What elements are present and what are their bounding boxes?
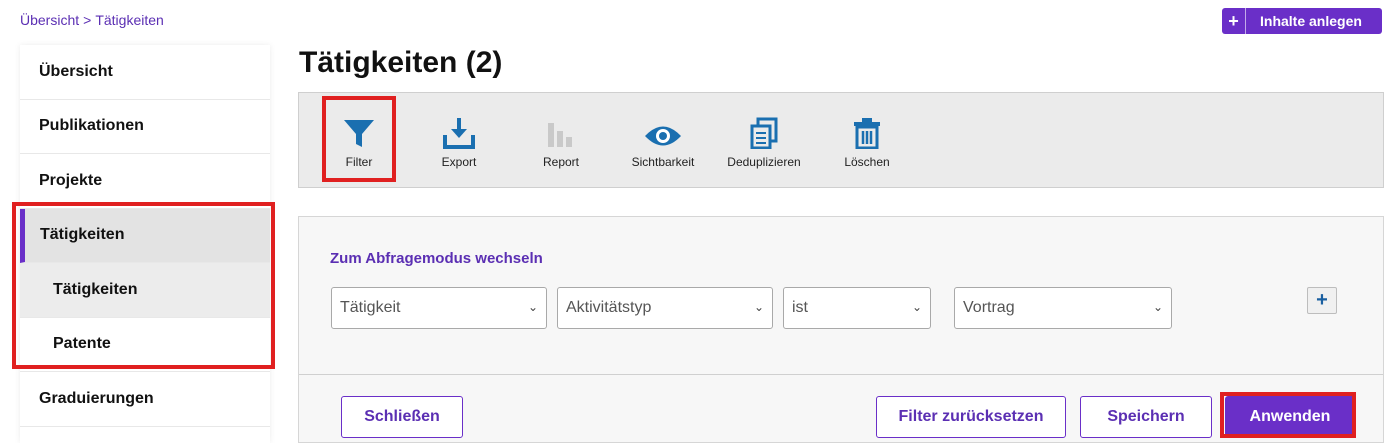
- breadcrumb-current-link[interactable]: Tätigkeiten: [95, 12, 163, 28]
- visibility-label: Sichtbarkeit: [631, 155, 695, 169]
- plus-icon: +: [1316, 289, 1328, 311]
- save-button[interactable]: Speichern: [1080, 396, 1212, 438]
- breadcrumb-home-link[interactable]: Übersicht: [20, 12, 79, 28]
- chevron-down-icon: ⌄: [753, 300, 764, 314]
- close-button-label: Schließen: [364, 408, 440, 425]
- create-content-label: Inhalte anlegen: [1260, 13, 1362, 29]
- deduplicate-label: Deduplizieren: [727, 155, 801, 169]
- breadcrumb-separator: >: [83, 12, 92, 28]
- create-content-button[interactable]: + Inhalte anlegen: [1222, 8, 1382, 34]
- sidebar-item-activities[interactable]: Tätigkeiten: [20, 208, 270, 263]
- sidebar-subitem-patents[interactable]: Patente: [20, 317, 270, 372]
- breadcrumb: Übersicht > Tätigkeiten: [20, 12, 164, 28]
- export-label: Export: [441, 155, 477, 169]
- report-label: Report: [542, 155, 580, 169]
- reset-filter-button[interactable]: Filter zurücksetzen: [876, 396, 1066, 438]
- report-button[interactable]: Report: [531, 93, 591, 187]
- filter-operator-select[interactable]: ist ⌄: [783, 287, 931, 329]
- filter-label: Filter: [345, 155, 373, 169]
- filter-operator-value: ist: [792, 299, 808, 316]
- filter-attribute-select[interactable]: Aktivitätstyp ⌄: [557, 287, 773, 329]
- filter-icon: [344, 120, 374, 147]
- eye-icon: [645, 126, 681, 146]
- reset-filter-label: Filter zurücksetzen: [898, 408, 1044, 425]
- page-title: Tätigkeiten (2): [299, 46, 503, 79]
- chevron-down-icon: ⌄: [1152, 300, 1163, 314]
- sidebar-item-label: Publikationen: [39, 117, 144, 135]
- sidebar-item-label: Übersicht: [39, 62, 113, 80]
- save-button-label: Speichern: [1107, 408, 1185, 425]
- sidebar: Übersicht Publikationen Projekte Tätigke…: [20, 45, 270, 443]
- sidebar-item-projects[interactable]: Projekte: [20, 154, 270, 209]
- export-icon: [443, 118, 475, 149]
- delete-label: Löschen: [844, 155, 890, 169]
- plus-icon: +: [1222, 8, 1246, 34]
- bar-chart-icon: [548, 123, 572, 147]
- filter-panel: Zum Abfragemodus wechseln Tätigkeit ⌄ Ak…: [298, 216, 1384, 443]
- switch-query-mode-link[interactable]: Zum Abfragemodus wechseln: [330, 250, 543, 267]
- sidebar-item-label: Tätigkeiten: [53, 280, 138, 298]
- chevron-down-icon: ⌄: [911, 300, 922, 314]
- sidebar-item-label: Graduierungen: [39, 389, 154, 407]
- deduplicate-button[interactable]: Deduplizieren: [723, 93, 805, 187]
- filter-value-select[interactable]: Vortrag ⌄: [954, 287, 1172, 329]
- visibility-button[interactable]: Sichtbarkeit: [625, 93, 701, 187]
- sidebar-item-publications[interactable]: Publikationen: [20, 99, 270, 154]
- apply-button-label: Anwenden: [1249, 408, 1331, 425]
- filter-field-value: Tätigkeit: [340, 299, 401, 316]
- sidebar-item-label: Patente: [53, 335, 111, 353]
- filter-value-value: Vortrag: [963, 299, 1015, 316]
- trash-icon: [854, 118, 880, 149]
- sidebar-item-label: Projekte: [39, 171, 103, 189]
- sidebar-subitem-activities[interactable]: Tätigkeiten: [20, 263, 270, 318]
- sidebar-item-label: Tätigkeiten: [40, 226, 125, 244]
- action-toolbar: Filter Export Report Sichtbarkeit Dedupl…: [298, 92, 1384, 188]
- close-button[interactable]: Schließen: [341, 396, 463, 438]
- filter-attribute-value: Aktivitätstyp: [566, 299, 652, 316]
- sidebar-item-overview[interactable]: Übersicht: [20, 45, 270, 100]
- filter-field-select[interactable]: Tätigkeit ⌄: [331, 287, 547, 329]
- delete-button[interactable]: Löschen: [837, 93, 897, 187]
- sidebar-item-graduations[interactable]: Graduierungen: [20, 372, 270, 427]
- filter-button[interactable]: Filter: [333, 93, 385, 187]
- export-button[interactable]: Export: [429, 93, 489, 187]
- add-filter-button[interactable]: +: [1307, 287, 1337, 314]
- panel-divider: [299, 374, 1383, 375]
- chevron-down-icon: ⌄: [527, 300, 538, 314]
- duplicate-icon: [750, 117, 778, 149]
- apply-button[interactable]: Anwenden: [1225, 396, 1355, 438]
